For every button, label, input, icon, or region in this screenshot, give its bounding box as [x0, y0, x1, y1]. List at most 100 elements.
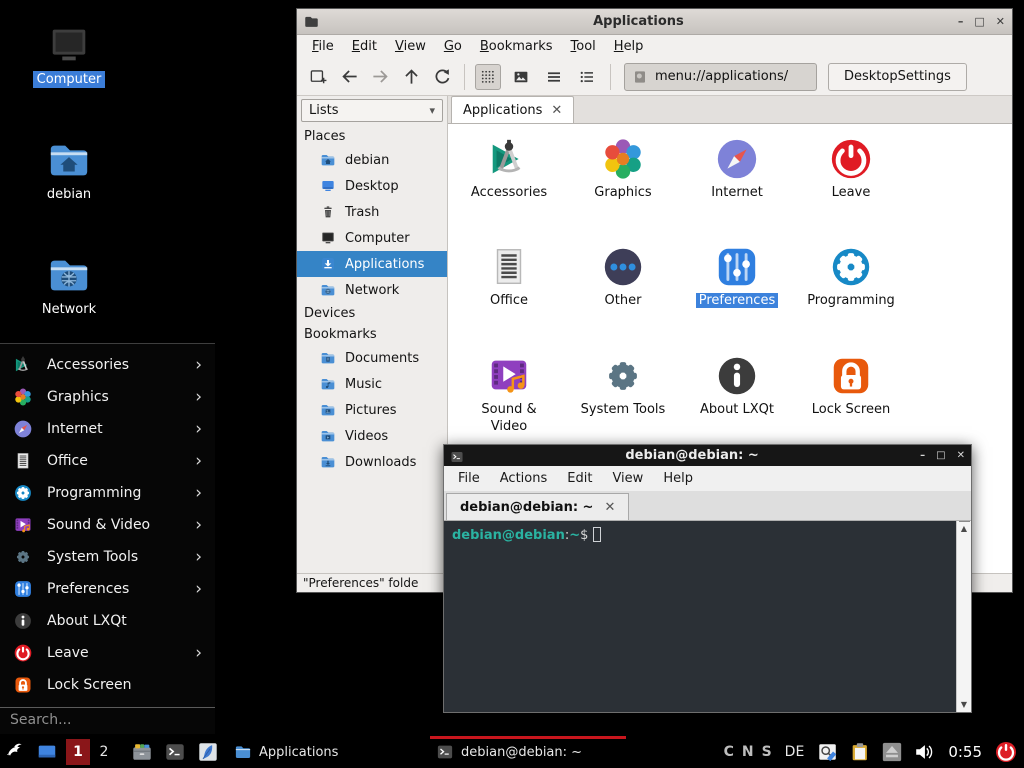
menu-item-accessories[interactable]: Accessories›: [0, 349, 215, 381]
qterminal-icon: [436, 743, 454, 761]
menu-search-input[interactable]: Search...: [0, 708, 215, 734]
desktop-settings-button[interactable]: DesktopSettings: [828, 63, 967, 91]
sidebar-item-network[interactable]: Network: [297, 277, 447, 303]
minimize-button[interactable]: –: [920, 450, 925, 461]
thumbnail-view-button[interactable]: [508, 64, 534, 90]
menu-item-graphics[interactable]: Graphics›: [0, 381, 215, 413]
terminal-menu-file[interactable]: File: [448, 471, 490, 486]
terminal-menu-actions[interactable]: Actions: [490, 471, 558, 486]
new-tab-button[interactable]: [306, 65, 330, 89]
tray-volume-icon[interactable]: [912, 740, 936, 764]
submenu-arrow-icon: ›: [195, 549, 202, 566]
quick-launch-terminal[interactable]: [163, 740, 187, 764]
menu-item-internet[interactable]: Internet›: [0, 413, 215, 445]
menu-item-programming[interactable]: Programming›: [0, 477, 215, 509]
maximize-button[interactable]: □: [936, 450, 945, 461]
menu-item-about-lxqt[interactable]: About LXQt: [0, 605, 215, 637]
tray-eject-icon[interactable]: [880, 740, 904, 764]
menu-item-lock-screen[interactable]: Lock Screen: [0, 669, 215, 701]
fm-menu-go[interactable]: Go: [435, 39, 471, 54]
workspace-switcher-2[interactable]: 2: [92, 739, 116, 765]
terminal-cursor: [593, 527, 601, 542]
fm-menu-bookmarks[interactable]: Bookmarks: [471, 39, 562, 54]
minimize-button[interactable]: –: [958, 15, 964, 28]
sidebar-item-documents[interactable]: Documents: [297, 345, 447, 371]
tray-screenshot-icon[interactable]: [816, 740, 840, 764]
menu-item-leave[interactable]: Leave›: [0, 637, 215, 669]
fm-menu-edit[interactable]: Edit: [343, 39, 386, 54]
grid-item-graphics[interactable]: Graphics: [567, 136, 679, 202]
task-button-debian-debian-~[interactable]: debian@debian: ~: [430, 736, 626, 768]
fm-tab-applications[interactable]: Applications ✕: [451, 96, 574, 123]
icon-view-button[interactable]: [475, 64, 501, 90]
compact-view-button[interactable]: [541, 64, 567, 90]
scrollbar-thumb[interactable]: [959, 521, 970, 522]
terminal-menu-help[interactable]: Help: [653, 471, 703, 486]
desktop-icon-debian[interactable]: debian: [21, 137, 117, 203]
desktop-icon-network[interactable]: Network: [21, 252, 117, 318]
address-bar[interactable]: menu://applications/: [624, 63, 817, 91]
scroll-up-icon[interactable]: ▲: [961, 524, 967, 533]
quick-launch-featherpad[interactable]: [196, 740, 220, 764]
grid-item-programming[interactable]: Programming: [795, 244, 907, 310]
menu-item-system-tools[interactable]: System Tools›: [0, 541, 215, 573]
sidebar-item-downloads[interactable]: Downloads: [297, 449, 447, 475]
desktop-icon-computer[interactable]: Computer: [21, 22, 117, 88]
sidebar-item-pictures[interactable]: Pictures: [297, 397, 447, 423]
keyboard-layout-indicator[interactable]: DE: [785, 744, 805, 760]
show-desktop-button[interactable]: [35, 740, 59, 764]
tab-close-icon[interactable]: ✕: [551, 103, 562, 118]
scroll-down-icon[interactable]: ▼: [961, 700, 967, 709]
terminal-titlebar[interactable]: debian@debian: ~ – □ ✕: [444, 445, 971, 466]
grid-item-lock-screen[interactable]: Lock Screen: [795, 353, 907, 419]
terminal-scrollbar[interactable]: ▲ ▼: [956, 521, 971, 712]
workspace-switcher-1[interactable]: 1: [66, 739, 90, 765]
terminal-tab[interactable]: debian@debian: ~ ✕: [446, 493, 629, 520]
grid-item-preferences[interactable]: Preferences: [681, 244, 793, 310]
sidebar-item-desktop[interactable]: Desktop: [297, 173, 447, 199]
sidebar-item-trash[interactable]: Trash: [297, 199, 447, 225]
up-button[interactable]: [399, 65, 423, 89]
fm-menu-view[interactable]: View: [386, 39, 435, 54]
fm-menu-help[interactable]: Help: [605, 39, 653, 54]
forward-button[interactable]: [368, 65, 392, 89]
terminal-tabbar: debian@debian: ~ ✕: [444, 491, 971, 521]
grid-item-system-tools[interactable]: System Tools: [567, 353, 679, 419]
clock[interactable]: 0:55: [948, 743, 982, 761]
close-button[interactable]: ✕: [957, 450, 965, 461]
menu-item-sound-video[interactable]: Sound & Video›: [0, 509, 215, 541]
fm-titlebar[interactable]: Applications – □ ✕: [297, 9, 1012, 35]
reload-button[interactable]: [430, 65, 454, 89]
menu-item-office[interactable]: Office›: [0, 445, 215, 477]
power-button[interactable]: [994, 740, 1018, 764]
tray-clipboard-icon[interactable]: [848, 740, 872, 764]
menu-item-preferences[interactable]: Preferences›: [0, 573, 215, 605]
keyboard-lock-indicators[interactable]: CNS: [724, 744, 773, 760]
grid-item-internet[interactable]: Internet: [681, 136, 793, 202]
grid-item-office[interactable]: Office: [453, 244, 565, 310]
task-button-applications[interactable]: Applications: [228, 736, 424, 768]
tab-close-icon[interactable]: ✕: [604, 500, 615, 515]
back-button[interactable]: [337, 65, 361, 89]
fm-menu-tool[interactable]: Tool: [562, 39, 605, 54]
detailed-view-button[interactable]: [574, 64, 600, 90]
maximize-button[interactable]: □: [974, 15, 984, 28]
sidebar-item-applications[interactable]: Applications: [297, 251, 447, 277]
sidebar-mode-combo[interactable]: Lists ▾: [301, 99, 443, 122]
fm-menu-file[interactable]: File: [303, 39, 343, 54]
grid-item-other[interactable]: Other: [567, 244, 679, 310]
sidebar-item-computer[interactable]: Computer: [297, 225, 447, 251]
terminal-menu-view[interactable]: View: [602, 471, 653, 486]
grid-item-sound-video[interactable]: Sound & Video: [453, 353, 565, 436]
sidebar-item-debian[interactable]: debian: [297, 147, 447, 173]
grid-item-leave[interactable]: Leave: [795, 136, 907, 202]
grid-item-about-lxqt[interactable]: About LXQt: [681, 353, 793, 419]
close-button[interactable]: ✕: [996, 15, 1005, 28]
sidebar-item-videos[interactable]: Videos: [297, 423, 447, 449]
sidebar-item-music[interactable]: Music: [297, 371, 447, 397]
terminal-screen[interactable]: debian@debian:~$: [444, 521, 956, 712]
terminal-menu-edit[interactable]: Edit: [557, 471, 602, 486]
quick-launch-file-manager[interactable]: [130, 740, 154, 764]
grid-item-accessories[interactable]: Accessories: [453, 136, 565, 202]
main-menu-button[interactable]: [5, 740, 29, 764]
